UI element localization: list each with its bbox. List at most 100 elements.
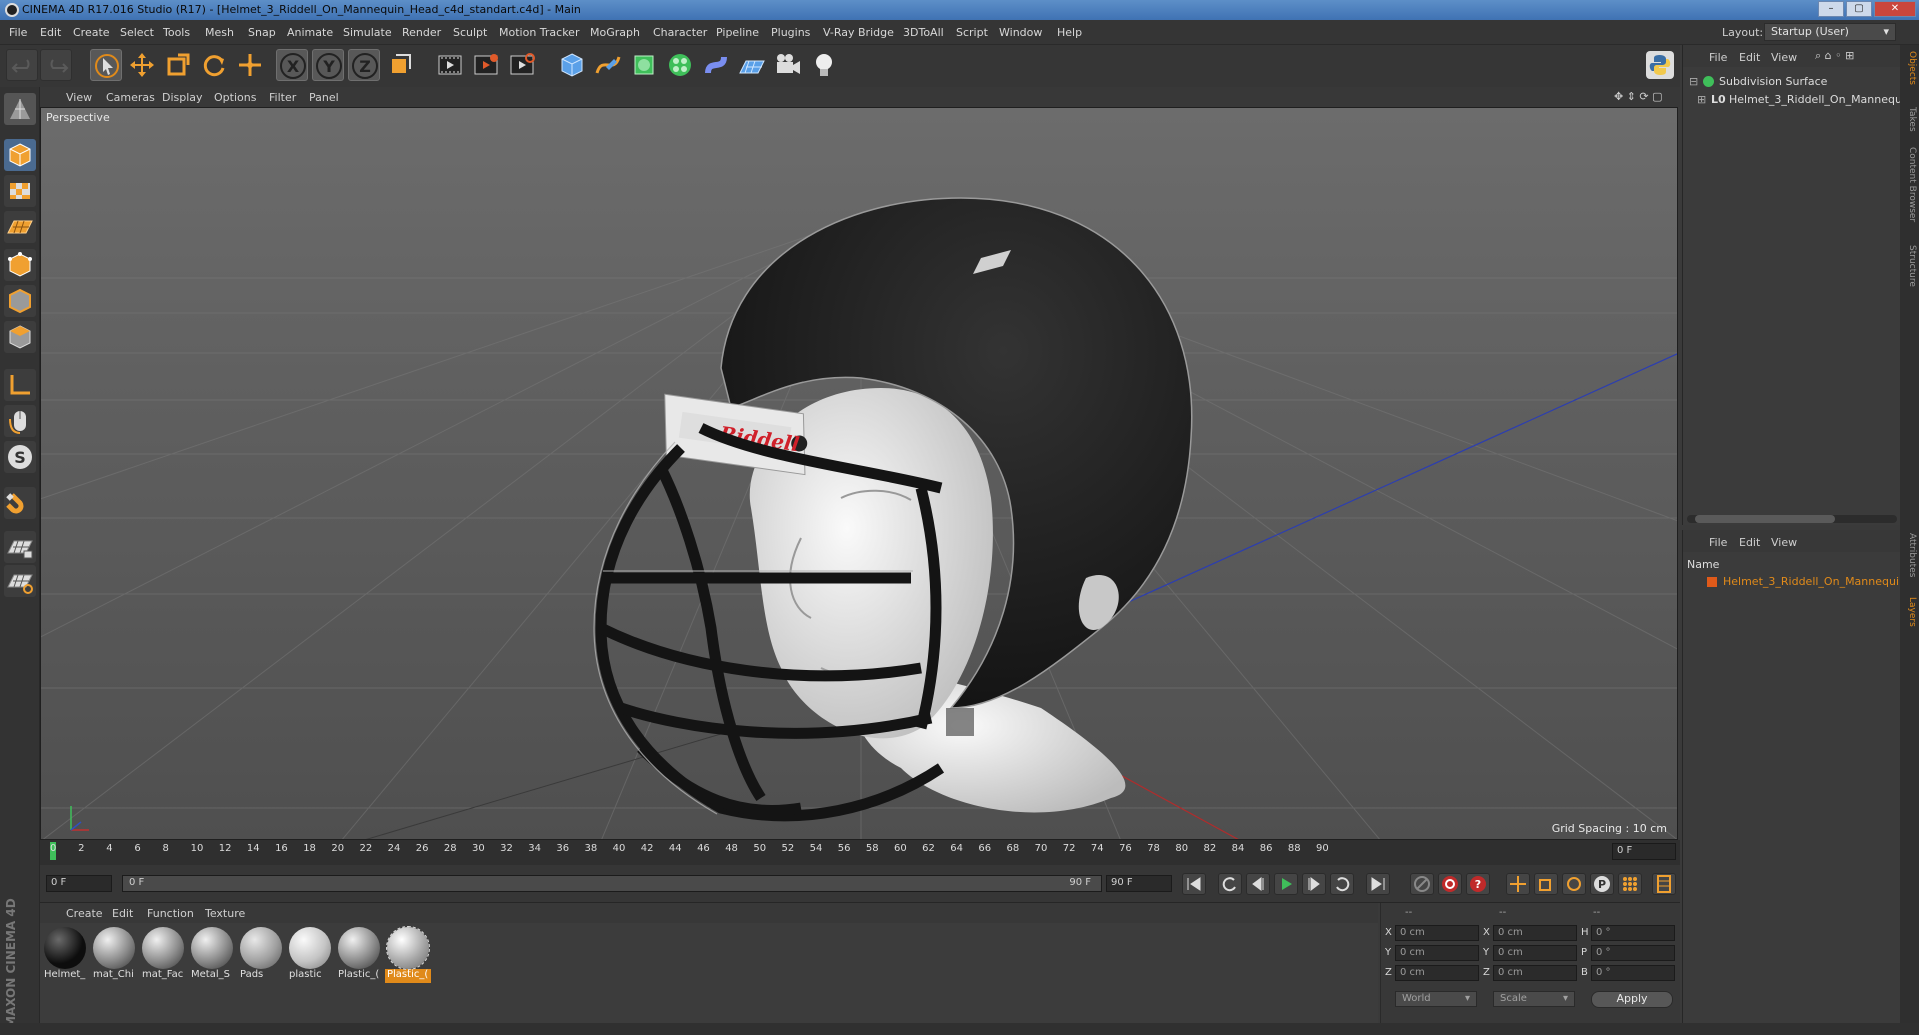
cloner-button[interactable] bbox=[664, 49, 696, 81]
minimize-button[interactable]: – bbox=[1818, 1, 1844, 17]
rotation-b-field[interactable]: 0 ° bbox=[1591, 965, 1675, 981]
go-to-start-button[interactable] bbox=[1182, 873, 1206, 895]
redo-button[interactable] bbox=[40, 49, 72, 81]
menu-animate[interactable]: Animate bbox=[287, 26, 333, 39]
material-menu-create[interactable]: Create bbox=[66, 907, 103, 920]
size-y-field[interactable]: 0 cm bbox=[1493, 945, 1577, 961]
object-menu-view[interactable]: View bbox=[1771, 51, 1797, 64]
z-axis-lock-button[interactable]: Z bbox=[348, 49, 380, 81]
menu-help[interactable]: Help bbox=[1057, 26, 1082, 39]
autokeying-button[interactable] bbox=[1438, 873, 1462, 895]
start-frame-field[interactable]: 0 F bbox=[46, 875, 112, 892]
viewport-menu-display[interactable]: Display bbox=[162, 91, 203, 104]
menu-motion-tracker[interactable]: Motion Tracker bbox=[499, 26, 579, 39]
menu-plugins[interactable]: Plugins bbox=[771, 26, 810, 39]
move-tool-button[interactable] bbox=[126, 49, 158, 81]
material-swatch[interactable]: Pads bbox=[238, 927, 284, 983]
layer-row[interactable]: Helmet_3_Riddell_On_Mannequin bbox=[1683, 574, 1906, 590]
material-swatch[interactable]: plastic bbox=[287, 927, 333, 983]
layout-dropdown[interactable]: Startup (User) ▾ bbox=[1764, 23, 1896, 41]
timeline-window-button[interactable] bbox=[1652, 873, 1676, 895]
menu-file[interactable]: File bbox=[9, 26, 27, 39]
deformer-button[interactable] bbox=[700, 49, 732, 81]
menu-3dtoall[interactable]: 3DToAll bbox=[903, 26, 944, 39]
previous-frame-button[interactable] bbox=[1246, 873, 1270, 895]
material-swatch-selected[interactable]: Plastic_( bbox=[385, 926, 431, 983]
close-button[interactable]: ✕ bbox=[1874, 1, 1916, 17]
material-swatch[interactable]: Plastic_( bbox=[336, 927, 382, 983]
current-frame-field[interactable]: 0 F bbox=[1612, 843, 1676, 860]
end-frame-field[interactable]: 90 F bbox=[1106, 875, 1172, 892]
viewport-menu-cameras[interactable]: Cameras bbox=[106, 91, 155, 104]
layer-menu-view[interactable]: View bbox=[1771, 536, 1797, 549]
search-icon[interactable]: ⌕ ⌂ ◦ ⊞ bbox=[1815, 49, 1854, 63]
floor-object-button[interactable] bbox=[736, 49, 768, 81]
polygons-mode-button[interactable] bbox=[4, 321, 36, 353]
key-position-button[interactable] bbox=[1506, 873, 1530, 895]
viewport-menu-panel[interactable]: Panel bbox=[309, 91, 339, 104]
rotation-h-field[interactable]: 0 ° bbox=[1591, 925, 1675, 941]
menu-render[interactable]: Render bbox=[402, 26, 441, 39]
layer-menu-edit[interactable]: Edit bbox=[1739, 536, 1760, 549]
axis-mode-button[interactable] bbox=[4, 369, 36, 401]
x-axis-lock-button[interactable]: X bbox=[276, 49, 308, 81]
tab-content-browser[interactable]: Content Browser bbox=[1902, 147, 1917, 222]
menu-pipeline[interactable]: Pipeline bbox=[716, 26, 759, 39]
timeline-ruler[interactable]: 0 2 4 6 8 10 12 14 16 18 20 22 24 26 28 30 32 34 36 38 40 42 4… bbox=[40, 840, 1680, 865]
live-selection-button[interactable] bbox=[234, 49, 266, 81]
preview-range-slider[interactable]: 0 F 90 F bbox=[122, 875, 1102, 892]
camera-object-button[interactable] bbox=[772, 49, 804, 81]
key-parameter-button[interactable]: P bbox=[1590, 873, 1614, 895]
subdivision-surface-button[interactable] bbox=[628, 49, 660, 81]
cube-object-button[interactable] bbox=[556, 49, 588, 81]
menu-snap[interactable]: Snap bbox=[248, 26, 276, 39]
position-x-field[interactable]: 0 cm bbox=[1395, 925, 1479, 941]
viewport-menu-options[interactable]: Options bbox=[214, 91, 256, 104]
size-mode-dropdown[interactable]: Scale ▾ bbox=[1493, 991, 1575, 1007]
layer-menu-file[interactable]: File bbox=[1709, 536, 1727, 549]
expand-icon[interactable]: ⊟ bbox=[1689, 75, 1698, 88]
position-y-field[interactable]: 0 cm bbox=[1395, 945, 1479, 961]
workplane-mode-button[interactable] bbox=[4, 211, 36, 243]
perspective-viewport[interactable]: Riddell Perspective Grid Spacing : 10 cm bbox=[40, 107, 1678, 840]
maximize-button[interactable]: ▢ bbox=[1846, 1, 1872, 17]
magnet-tool-button[interactable] bbox=[4, 487, 36, 519]
menu-select[interactable]: Select bbox=[120, 26, 154, 39]
coordinate-space-dropdown[interactable]: World ▾ bbox=[1395, 991, 1477, 1007]
planar-workplane-button[interactable] bbox=[4, 565, 36, 597]
render-picture-viewer-button[interactable] bbox=[470, 49, 502, 81]
size-x-field[interactable]: 0 cm bbox=[1493, 925, 1577, 941]
render-settings-button[interactable] bbox=[506, 49, 538, 81]
viewport-menu-filter[interactable]: Filter bbox=[269, 91, 296, 104]
tab-takes[interactable]: Takes bbox=[1902, 107, 1917, 132]
points-mode-button[interactable] bbox=[4, 249, 36, 281]
next-frame-button[interactable] bbox=[1302, 873, 1326, 895]
tab-objects[interactable]: Objects bbox=[1902, 51, 1917, 85]
viewport-navigation-icons[interactable]: ✥ ⇕ ⟳ ▢ bbox=[1614, 90, 1663, 103]
material-menu-texture[interactable]: Texture bbox=[205, 907, 245, 920]
menu-window[interactable]: Window bbox=[999, 26, 1042, 39]
size-z-field[interactable]: 0 cm bbox=[1493, 965, 1577, 981]
edges-mode-button[interactable] bbox=[4, 285, 36, 317]
render-view-button[interactable] bbox=[434, 49, 466, 81]
position-z-field[interactable]: 0 cm bbox=[1395, 965, 1479, 981]
undo-button[interactable] bbox=[6, 49, 38, 81]
coordinate-system-button[interactable] bbox=[384, 49, 416, 81]
menu-vray-bridge[interactable]: V-Ray Bridge bbox=[823, 26, 894, 39]
object-menu-edit[interactable]: Edit bbox=[1739, 51, 1760, 64]
tab-structure[interactable]: Structure bbox=[1902, 245, 1917, 287]
material-swatch[interactable]: mat_Chi bbox=[91, 927, 137, 983]
snap-toggle-button[interactable]: S bbox=[4, 441, 36, 473]
scale-tool-button[interactable] bbox=[162, 49, 194, 81]
menu-mograph[interactable]: MoGraph bbox=[590, 26, 640, 39]
layer-color-swatch[interactable] bbox=[1707, 577, 1717, 587]
record-keys-button[interactable] bbox=[1410, 873, 1434, 895]
expand-icon[interactable]: ⊞ bbox=[1697, 93, 1706, 106]
menu-simulate[interactable]: Simulate bbox=[343, 26, 392, 39]
select-tool-button[interactable] bbox=[90, 49, 122, 81]
horizontal-scrollbar[interactable] bbox=[1687, 515, 1897, 523]
y-axis-lock-button[interactable]: Y bbox=[312, 49, 344, 81]
key-rotation-button[interactable] bbox=[1562, 873, 1586, 895]
material-swatch[interactable]: Metal_S bbox=[189, 927, 235, 983]
lock-workplane-button[interactable] bbox=[4, 531, 36, 563]
